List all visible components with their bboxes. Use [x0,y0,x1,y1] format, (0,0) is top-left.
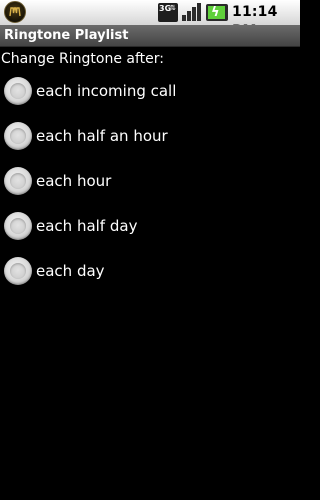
screen: 3G ⇅ ϟ 11:14 PM Ringtone Playlist Change… [0,0,300,500]
option-label: each day [36,262,105,280]
radio-inner [10,173,26,189]
network-3g-icon: 3G ⇅ [158,3,178,22]
option-label: each incoming call [36,82,177,100]
status-bar: 3G ⇅ ϟ 11:14 PM [0,0,300,39]
battery-charging-icon: ϟ [206,4,228,21]
page-title: Ringtone Playlist [4,28,129,43]
option-each-half-an-hour[interactable]: each half an hour [0,116,300,156]
radio-button[interactable] [4,167,32,195]
radio-button[interactable] [4,122,32,150]
signal-icon [182,3,201,21]
radio-button[interactable] [4,77,32,105]
radio-inner [10,128,26,144]
title-bar: Ringtone Playlist [0,25,300,47]
prompt-label: Change Ringtone after: [1,51,165,67]
option-label: each half an hour [36,127,168,145]
radio-button[interactable] [4,257,32,285]
radio-inner [10,263,26,279]
radio-button[interactable] [4,212,32,240]
option-label: each half day [36,217,138,235]
radio-inner [10,83,26,99]
option-each-half-day[interactable]: each half day [0,206,300,246]
bolt-icon: ϟ [211,5,220,20]
data-arrows-icon: ⇅ [170,4,176,12]
option-each-day[interactable]: each day [0,251,300,291]
app-notification-icon [4,1,26,23]
radio-inner [10,218,26,234]
option-each-incoming-call[interactable]: each incoming call [0,71,300,111]
option-each-hour[interactable]: each hour [0,161,300,201]
option-label: each hour [36,172,112,190]
